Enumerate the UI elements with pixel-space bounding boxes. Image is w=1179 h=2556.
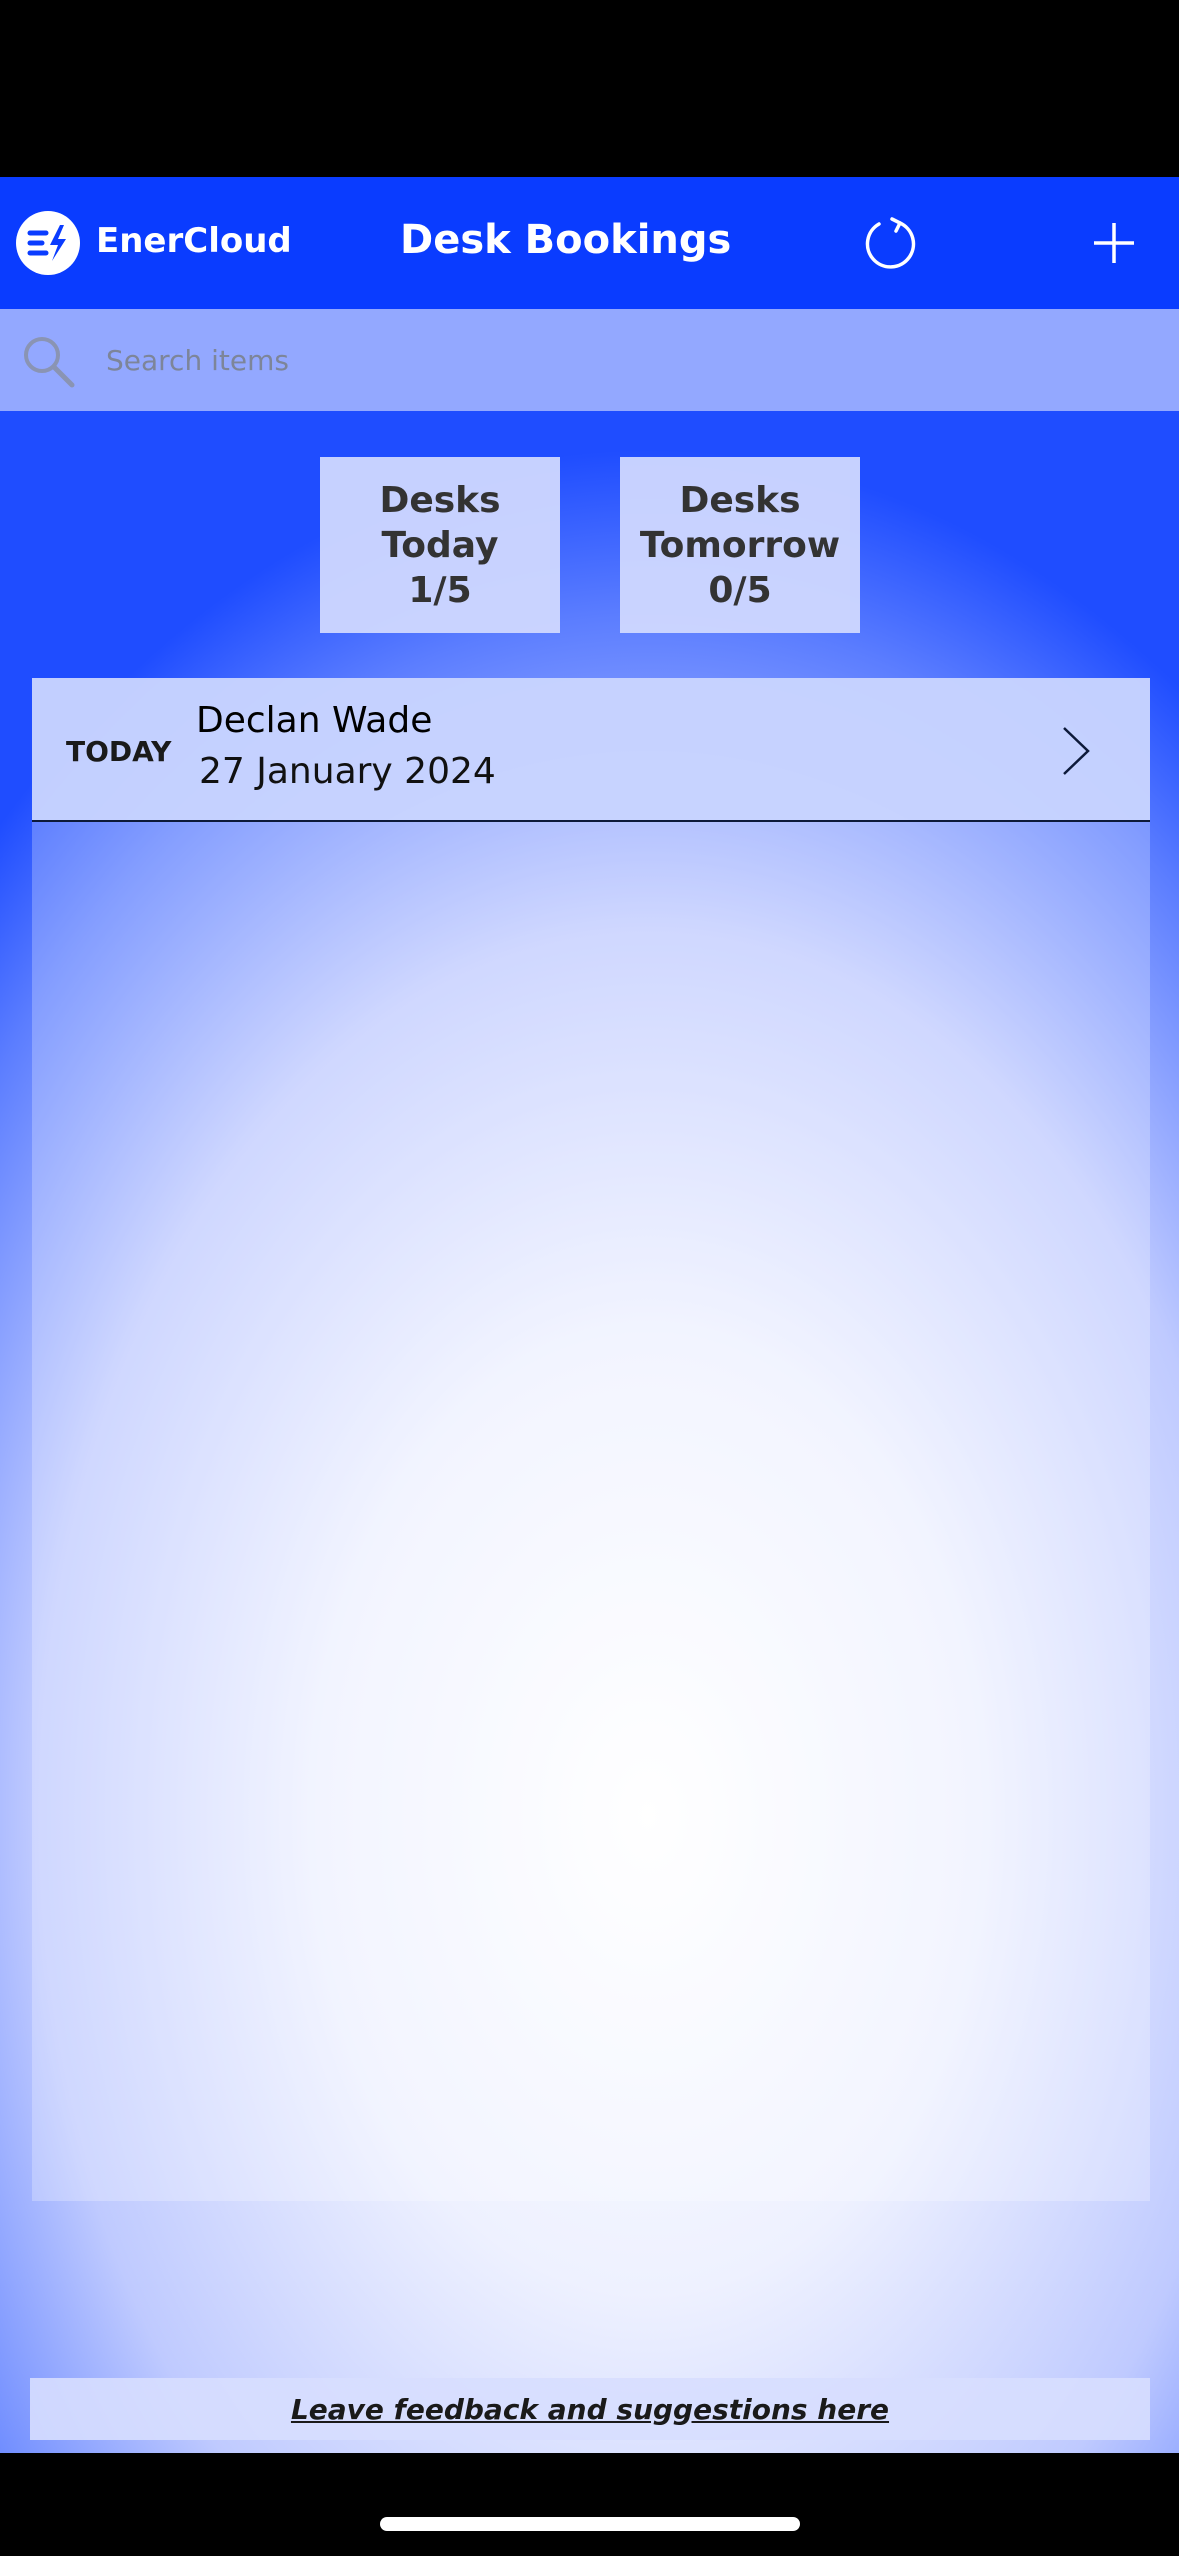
- status-bar: [0, 0, 1179, 177]
- search-icon: [20, 333, 78, 391]
- bookings-gallery: TODAY Declan Wade 27 January 2024: [32, 678, 1150, 2201]
- desks-today-count: 1/5: [408, 569, 472, 611]
- feedback-bar: Leave feedback and suggestions here: [30, 2378, 1150, 2440]
- brand-name: EnerCloud: [96, 221, 292, 261]
- plus-icon[interactable]: [1088, 217, 1140, 269]
- app-header: EnerCloud Desk Bookings: [0, 177, 1179, 309]
- home-indicator-area: [0, 2453, 1179, 2556]
- search-input[interactable]: [104, 331, 1158, 389]
- desks-today-label-2: Today: [381, 524, 499, 566]
- desks-tomorrow-label-2: Tomorrow: [639, 524, 841, 566]
- booking-row[interactable]: TODAY Declan Wade 27 January 2024: [32, 678, 1150, 822]
- home-indicator[interactable]: [380, 2517, 800, 2531]
- chevron-right-icon[interactable]: [1056, 722, 1096, 780]
- desks-tomorrow-card[interactable]: Desks Tomorrow 0/5: [620, 457, 860, 633]
- booking-date: 27 January 2024: [199, 751, 496, 792]
- desks-tomorrow-label-1: Desks: [679, 479, 801, 521]
- refresh-icon[interactable]: [862, 215, 920, 273]
- page-title: Desk Bookings: [400, 217, 732, 263]
- app-screen: EnerCloud Desk Bookings Desks Today 1/5: [0, 177, 1179, 2453]
- feedback-link[interactable]: Leave feedback and suggestions here: [291, 2393, 889, 2426]
- enercloud-logo-icon: [16, 211, 80, 275]
- day-badge: TODAY: [66, 735, 172, 768]
- desks-tomorrow-count: 0/5: [708, 569, 772, 611]
- booking-name: Declan Wade: [196, 700, 433, 741]
- desks-today-label-1: Desks: [379, 479, 501, 521]
- desks-today-card[interactable]: Desks Today 1/5: [320, 457, 560, 633]
- search-bar: [0, 309, 1179, 411]
